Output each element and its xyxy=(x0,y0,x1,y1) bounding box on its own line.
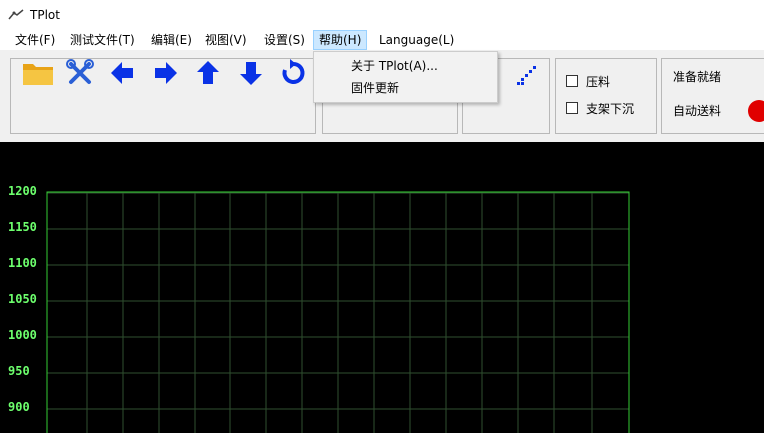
spray-icon xyxy=(517,66,536,85)
left-button[interactable] xyxy=(106,58,138,88)
press-checkbox-box[interactable] xyxy=(566,75,578,87)
menu-file[interactable]: 文件(F) xyxy=(10,30,60,50)
y-axis-tick-label: 1000 xyxy=(8,328,37,342)
bracket-lower-checkbox[interactable]: 支架下沉 xyxy=(566,100,634,117)
open-button[interactable] xyxy=(18,58,58,88)
menu-view[interactable]: 视图(V) xyxy=(200,30,252,50)
arrow-down-icon xyxy=(240,62,262,85)
plot-grid xyxy=(46,191,630,433)
tplot-icon xyxy=(8,9,24,20)
menu-bar: 文件(F) 测试文件(T) 编辑(E) 视图(V) 设置(S) 帮助(H) La… xyxy=(0,30,764,50)
y-axis-tick-label: 1100 xyxy=(8,256,37,270)
menu-test-file[interactable]: 测试文件(T) xyxy=(65,30,140,50)
y-axis-tick-label: 1050 xyxy=(8,292,37,306)
y-axis-tick-label: 1200 xyxy=(8,184,37,198)
status-text: 准备就绪 xyxy=(673,70,722,84)
y-axis-tick-label: 950 xyxy=(8,364,30,378)
menu-firmware-update[interactable]: 固件更新 xyxy=(351,79,399,96)
down-button[interactable] xyxy=(235,58,267,88)
menu-settings[interactable]: 设置(S) xyxy=(259,30,310,50)
params-button[interactable] xyxy=(62,58,98,88)
reset-icon xyxy=(282,59,305,84)
bracket-lower-checkbox-box[interactable] xyxy=(566,102,578,114)
menu-edit[interactable]: 编辑(E) xyxy=(146,30,197,50)
reset-button[interactable] xyxy=(277,58,309,88)
y-axis-tick-label: 900 xyxy=(8,400,30,414)
arrow-up-icon xyxy=(197,61,219,84)
toolbar-group-options xyxy=(555,58,657,134)
menu-language[interactable]: Language(L) xyxy=(374,30,459,50)
window-title: TPlot xyxy=(30,8,60,22)
spray-button[interactable] xyxy=(512,62,542,88)
bracket-lower-checkbox-label: 支架下沉 xyxy=(586,102,635,116)
help-dropdown-menu: 关于 TPlot(A)... 固件更新 xyxy=(313,51,498,103)
press-checkbox-label: 压料 xyxy=(586,75,611,89)
menu-about[interactable]: 关于 TPlot(A)... xyxy=(351,57,438,74)
tools-icon xyxy=(66,59,94,84)
arrow-right-icon xyxy=(155,62,177,84)
y-axis-tick-label: 1150 xyxy=(8,220,37,234)
plot-area: 1200 1150 1100 1050 1000 950 900 xyxy=(0,142,764,433)
status-light-indicator xyxy=(748,100,764,122)
right-button[interactable] xyxy=(150,58,182,88)
menu-help[interactable]: 帮助(H) xyxy=(313,30,368,50)
auto-feed-label: 自动送料 xyxy=(673,104,722,118)
press-checkbox[interactable]: 压料 xyxy=(566,73,610,90)
up-button[interactable] xyxy=(192,58,224,88)
title-bar: TPlot xyxy=(0,0,764,30)
arrow-left-icon xyxy=(111,62,133,84)
folder-icon xyxy=(23,64,53,85)
